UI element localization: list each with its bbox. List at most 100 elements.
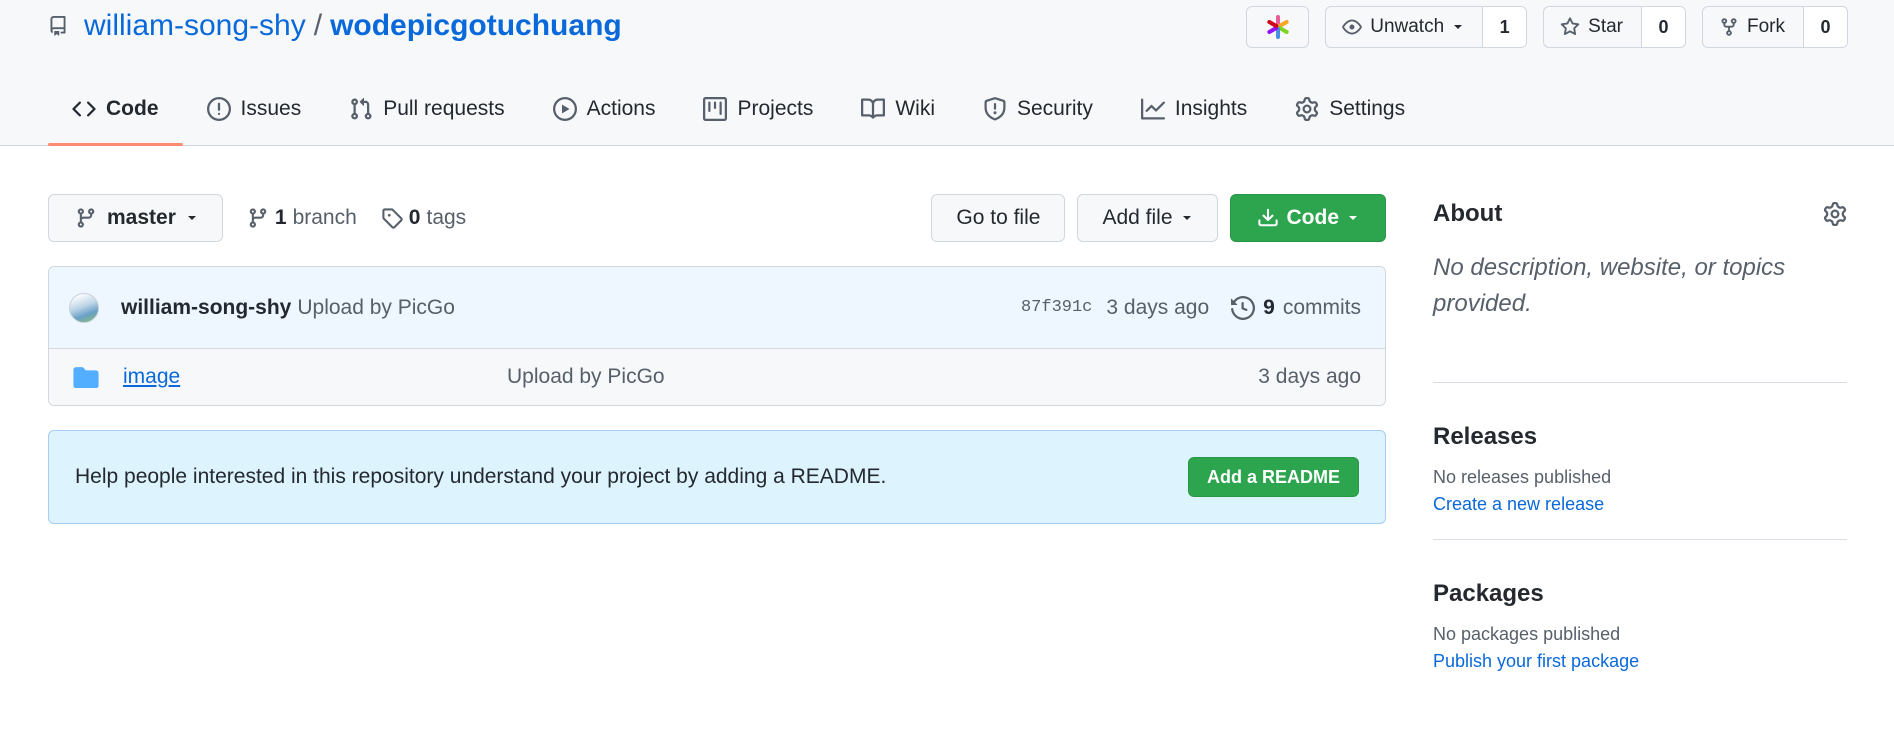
caret-down-icon (187, 216, 196, 220)
gear-icon (1296, 97, 1319, 121)
commit-author-link[interactable]: william-song-shy (121, 296, 291, 320)
tab-actions-label: Actions (586, 97, 656, 120)
tab-code-label: Code (106, 97, 159, 120)
file-list: william-song-shy Upload by PicGo 87f391c… (48, 266, 1386, 406)
tab-pull-requests[interactable]: Pull requests (325, 88, 528, 130)
publish-package-link[interactable]: Publish your first package (1433, 651, 1847, 672)
sponsor-button[interactable] (1246, 6, 1310, 48)
tab-projects-label: Projects (737, 97, 814, 120)
file-name-link[interactable]: image (123, 365, 507, 389)
about-header: About (1433, 194, 1847, 234)
readme-prompt-text: Help people interested in this repositor… (75, 465, 887, 488)
sidebar-divider (1433, 382, 1847, 383)
branch-count-label: branch (292, 206, 357, 229)
star-button-group: Star 0 (1543, 6, 1686, 48)
shield-icon (984, 97, 1006, 121)
tab-issues[interactable]: Issues (183, 88, 326, 130)
play-icon (552, 97, 577, 121)
sidebar-divider (1433, 539, 1847, 540)
tab-projects[interactable]: Projects (679, 88, 837, 130)
file-commit-message-link[interactable]: Upload by PicGo (507, 365, 665, 389)
repo-sidebar: About No description, website, or topics… (1433, 194, 1847, 672)
tab-issues-label: Issues (240, 97, 302, 120)
branch-count: 1 (274, 206, 287, 229)
readme-prompt-banner: Help people interested in this repositor… (48, 430, 1386, 524)
fork-button-group: Fork 0 (1702, 6, 1848, 48)
graph-icon (1140, 98, 1165, 120)
commit-sha-link[interactable]: 87f391c (1021, 298, 1092, 317)
forks-count[interactable]: 0 (1803, 7, 1847, 47)
tab-settings-label: Settings (1329, 97, 1406, 120)
commit-time: 3 days ago (1106, 295, 1210, 319)
tab-security[interactable]: Security (959, 88, 1117, 130)
file-commit-time: 3 days ago (1258, 365, 1361, 388)
repo-title: william-song-shy / wodepicgotuchuang (48, 6, 622, 46)
git-branch-icon (249, 208, 267, 228)
tags-link[interactable]: 0 tags (381, 206, 466, 230)
star-icon (1560, 17, 1580, 36)
tab-wiki-label: Wiki (895, 97, 935, 120)
code-icon (72, 101, 96, 117)
repo-header: william-song-shy / wodepicgotuchuang Unw… (0, 0, 1894, 146)
code-download-button[interactable]: Code (1229, 194, 1386, 242)
git-pull-request-icon (351, 97, 372, 120)
releases-heading[interactable]: Releases (1433, 423, 1847, 451)
branches-link[interactable]: 1 branch (247, 206, 357, 230)
history-icon (1231, 295, 1256, 320)
packages-empty-text: No packages published (1433, 624, 1621, 644)
commit-message-link[interactable]: Upload by PicGo (297, 296, 455, 320)
watchers-count[interactable]: 1 (1482, 7, 1527, 47)
git-branch-icon (77, 208, 95, 228)
folder-icon (73, 366, 101, 388)
tab-wiki[interactable]: Wiki (837, 88, 959, 130)
avatar[interactable] (69, 292, 99, 323)
unwatch-label: Unwatch (1370, 16, 1445, 37)
releases-empty-text: No releases published (1433, 467, 1612, 487)
add-readme-button[interactable]: Add a README (1187, 457, 1359, 497)
tab-insights-label: Insights (1174, 97, 1248, 120)
about-heading: About (1433, 200, 1503, 227)
repo-path-separator: / (313, 9, 323, 42)
issue-opened-icon (206, 97, 231, 121)
caret-down-icon (1454, 25, 1463, 29)
tag-icon (382, 208, 403, 229)
table-icon (703, 97, 728, 121)
commit-count-label: commits (1282, 295, 1361, 319)
tab-insights[interactable]: Insights (1117, 88, 1271, 130)
commit-count: 9 (1263, 295, 1275, 319)
repo-icon (48, 13, 70, 39)
code-button-label: Code (1286, 206, 1340, 229)
unwatch-button[interactable]: Unwatch (1326, 7, 1482, 47)
star-button[interactable]: Star (1544, 7, 1641, 47)
packages-heading[interactable]: Packages (1433, 580, 1847, 608)
gear-icon[interactable] (1823, 202, 1847, 226)
branch-select-button[interactable]: master (48, 194, 223, 242)
book-icon (861, 98, 886, 119)
latest-commit-row: william-song-shy Upload by PicGo 87f391c… (49, 267, 1385, 349)
stars-count[interactable]: 0 (1641, 7, 1685, 47)
fork-label: Fork (1747, 16, 1785, 37)
file-navigation: master 1 branch 0 tags Go to file Add fi… (48, 194, 1386, 242)
about-description: No description, website, or topics provi… (1433, 254, 1786, 317)
commits-history-link[interactable]: 9 commits (1231, 296, 1361, 320)
tab-code[interactable]: Code (48, 88, 183, 146)
repo-name-link[interactable]: wodepicgotuchuang (330, 9, 622, 43)
tab-actions[interactable]: Actions (529, 88, 680, 130)
pinwheel-icon (1267, 15, 1289, 39)
repo-nav-tabs: Code Issues Pull requests Actions Projec… (48, 88, 1429, 146)
tag-count: 0 (408, 206, 421, 229)
repo-forked-icon (1721, 18, 1737, 36)
add-file-button[interactable]: Add file (1077, 194, 1218, 242)
create-release-link[interactable]: Create a new release (1433, 494, 1847, 515)
tab-pull-requests-label: Pull requests (383, 97, 505, 120)
tab-settings[interactable]: Settings (1271, 88, 1429, 130)
go-to-file-button[interactable]: Go to file (931, 194, 1066, 242)
download-icon (1257, 208, 1278, 227)
branch-name: master (107, 206, 176, 229)
tab-security-label: Security (1017, 97, 1093, 120)
fork-button[interactable]: Fork (1703, 7, 1803, 47)
caret-down-icon (1182, 216, 1191, 220)
repo-owner-link[interactable]: william-song-shy (84, 9, 306, 43)
caret-down-icon (1349, 216, 1357, 220)
watch-button-group: Unwatch 1 (1325, 6, 1528, 48)
